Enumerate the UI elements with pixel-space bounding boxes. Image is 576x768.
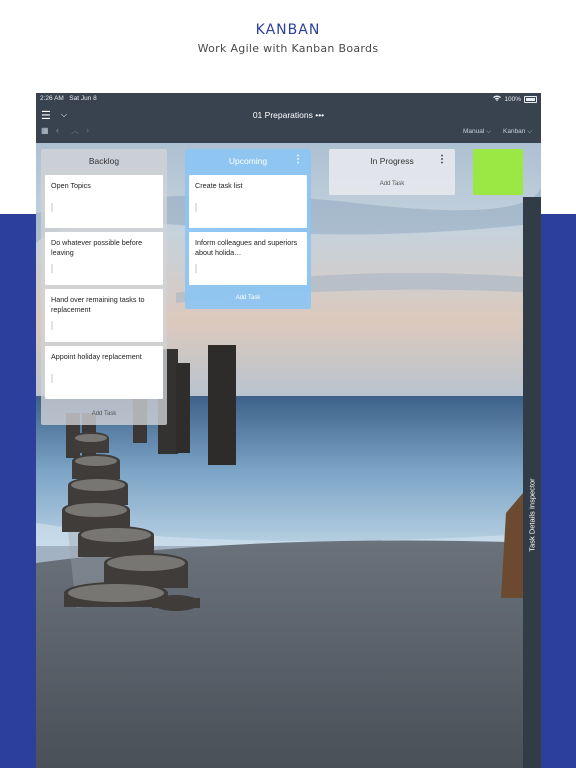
column-backlog: Backlog Open Topics Do whatever possible… [41, 149, 167, 425]
task-note-marker [51, 321, 53, 330]
task-title: Hand over remaining tasks to replacement [51, 295, 145, 314]
task-title: Appoint holiday replacement [51, 352, 142, 361]
page-headline: KANBAN [255, 22, 321, 38]
task-card[interactable]: Inform colleagues and superiors about ho… [189, 232, 307, 285]
sort-dropdown[interactable]: Manual ⌵ [463, 128, 491, 136]
column-title[interactable]: Backlog [41, 156, 167, 166]
status-bar: 2:26 AM Sat Jun 8 100% [40, 95, 537, 105]
column-in-progress: In Progress ⋮ Add Task [329, 149, 455, 195]
up-arrow-icon[interactable]: ︿ [71, 125, 79, 136]
add-task-button[interactable]: Add Task [185, 295, 311, 301]
column-partial-green[interactable] [473, 149, 523, 195]
battery-percent: 100% [504, 95, 521, 103]
document-title-text: 01 Preparations [252, 110, 313, 120]
battery-icon [524, 95, 537, 103]
task-title: Create task list [195, 181, 243, 190]
wifi-icon [493, 95, 502, 103]
add-task-button[interactable]: Add Task [329, 181, 455, 187]
column-menu-icon[interactable]: ⋮ [293, 155, 303, 165]
task-note-marker [51, 203, 53, 212]
status-time: 2:26 AM [40, 95, 64, 102]
app-toolbar: 2:26 AM Sat Jun 8 100% ☰ ⌵ 01 Preparatio… [36, 93, 541, 143]
document-title[interactable]: 01 Preparations ••• [36, 110, 541, 120]
status-date: Sat Jun 8 [69, 95, 97, 102]
page-subheadline: Work Agile with Kanban Boards [197, 42, 379, 55]
column-menu-icon[interactable]: ⋮ [437, 155, 447, 165]
task-note-marker [195, 203, 197, 212]
task-note-marker [51, 374, 53, 383]
task-card[interactable]: Do whatever possible before leaving [45, 232, 163, 285]
task-details-inspector-tab[interactable]: Task Details Inspector [523, 197, 541, 768]
inspector-label: Task Details Inspector [527, 478, 537, 552]
task-card[interactable]: Create task list [189, 175, 307, 228]
task-title: Inform colleagues and superiors about ho… [195, 238, 298, 257]
ipad-screen: 2:26 AM Sat Jun 8 100% ☰ ⌵ 01 Preparatio… [36, 93, 541, 768]
task-card[interactable]: Open Topics [45, 175, 163, 228]
view-mode-dropdown[interactable]: Kanban ⌵ [503, 128, 532, 136]
back-arrow-icon[interactable]: ‹ [56, 125, 59, 135]
task-title: Open Topics [51, 181, 91, 190]
task-title: Do whatever possible before leaving [51, 238, 143, 257]
forward-arrow-icon[interactable]: › [86, 125, 89, 135]
task-note-marker [51, 264, 53, 273]
column-upcoming: Upcoming ⋮ Create task list Inform colle… [185, 149, 311, 309]
add-task-button[interactable]: Add Task [41, 411, 167, 417]
task-card[interactable]: Appoint holiday replacement [45, 346, 163, 399]
more-icon[interactable]: ••• [315, 110, 324, 120]
grid-view-icon[interactable]: ▦ [41, 126, 49, 135]
task-note-marker [195, 264, 197, 273]
task-card[interactable]: Hand over remaining tasks to replacement [45, 289, 163, 342]
